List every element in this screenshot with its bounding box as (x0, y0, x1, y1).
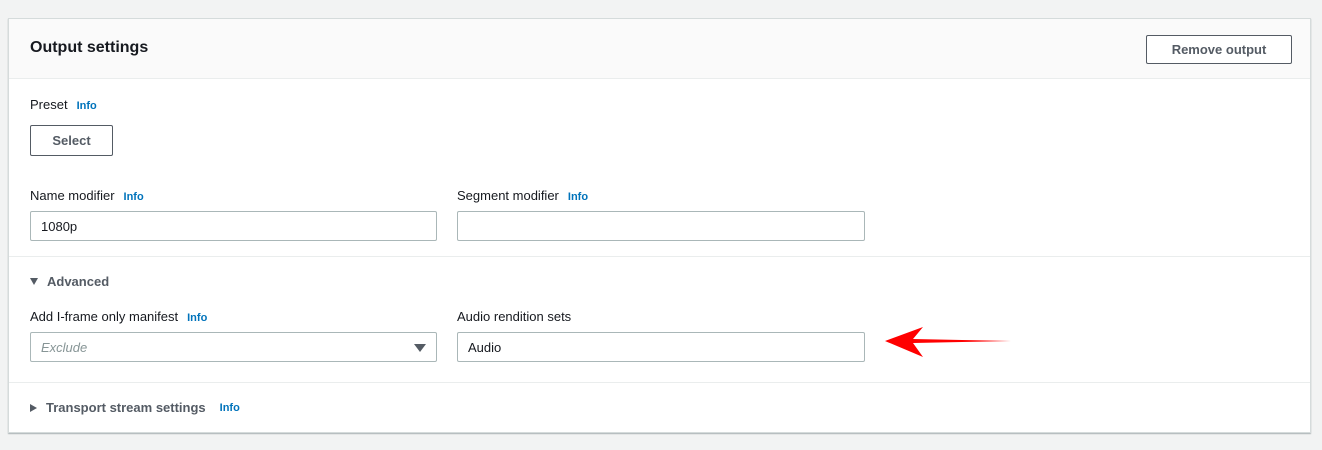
segment-modifier-info-link[interactable]: Info (568, 191, 588, 203)
name-modifier-label: Name modifier (30, 188, 115, 203)
transport-stream-expander[interactable]: Transport stream settings Info (30, 400, 240, 415)
preset-select-button[interactable]: Select (30, 125, 113, 156)
preset-field-label: Preset Info (30, 97, 97, 112)
audio-rendition-sets-input[interactable] (457, 332, 865, 362)
preset-label: Preset (30, 97, 68, 112)
remove-output-button[interactable]: Remove output (1146, 35, 1292, 64)
name-modifier-field-label: Name modifier Info (30, 188, 144, 203)
section-divider (9, 256, 1310, 257)
annotation-arrow-icon (885, 327, 1011, 357)
iframe-manifest-field-label: Add I-frame only manifest Info (30, 309, 207, 324)
segment-modifier-label: Segment modifier (457, 188, 559, 203)
audio-rendition-field-label: Audio rendition sets (457, 309, 571, 324)
segment-modifier-input[interactable] (457, 211, 865, 241)
output-settings-panel: Output settings Remove output Preset Info… (8, 18, 1311, 433)
audio-rendition-label: Audio rendition sets (457, 309, 572, 324)
dropdown-caret-icon (414, 344, 426, 352)
iframe-manifest-select[interactable]: Exclude (30, 332, 437, 362)
iframe-manifest-info-link[interactable]: Info (187, 312, 207, 324)
name-modifier-input[interactable] (30, 211, 437, 241)
iframe-manifest-placeholder: Exclude (41, 340, 88, 355)
caret-down-icon (30, 278, 38, 285)
advanced-label: Advanced (47, 274, 110, 289)
transport-stream-info-link[interactable]: Info (220, 402, 240, 414)
advanced-expander[interactable]: Advanced (30, 274, 109, 289)
section-divider (9, 382, 1310, 383)
name-modifier-info-link[interactable]: Info (124, 191, 144, 203)
panel-title: Output settings (30, 39, 149, 56)
preset-info-link[interactable]: Info (77, 100, 97, 112)
segment-modifier-field-label: Segment modifier Info (457, 188, 588, 203)
panel-header: Output settings Remove output (9, 19, 1310, 79)
caret-right-icon (30, 403, 37, 412)
transport-stream-label: Transport stream settings (46, 400, 206, 415)
iframe-manifest-label: Add I-frame only manifest (30, 309, 179, 324)
